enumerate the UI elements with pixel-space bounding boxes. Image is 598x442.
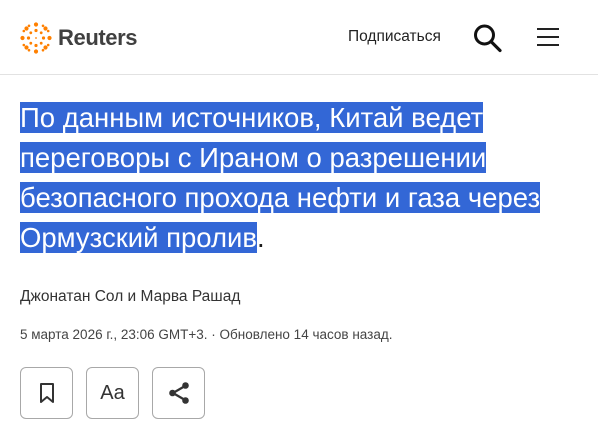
search-button[interactable] bbox=[472, 23, 504, 53]
article-headline: По данным источников, Китай ведет перего… bbox=[20, 98, 580, 258]
font-size-button[interactable]: Aa bbox=[86, 367, 139, 419]
site-header: Reuters Подписаться bbox=[0, 0, 598, 75]
bookmark-icon bbox=[39, 383, 54, 403]
article-dateline: 5 марта 2026 г., 23:06 GMT+3. · Обновлен… bbox=[20, 327, 393, 342]
reuters-logo-icon bbox=[20, 22, 52, 54]
headline-selected-text: По данным источников, Китай ведет перего… bbox=[20, 102, 541, 253]
reuters-logo[interactable]: Reuters bbox=[20, 22, 138, 54]
share-icon bbox=[168, 382, 189, 404]
logo-text: Reuters bbox=[58, 25, 138, 50]
hamburger-menu-icon bbox=[537, 28, 559, 31]
hamburger-menu-icon bbox=[537, 44, 559, 47]
article-actions: Aa bbox=[20, 367, 205, 419]
menu-button[interactable] bbox=[534, 25, 564, 49]
subscribe-button[interactable]: Подписаться bbox=[348, 28, 441, 46]
hamburger-menu-icon bbox=[537, 36, 559, 39]
article-authors[interactable]: Джонатан Сол и Марва Рашад bbox=[20, 288, 240, 306]
bookmark-button[interactable] bbox=[20, 367, 73, 419]
search-icon bbox=[474, 24, 502, 53]
headline-tail: . bbox=[257, 222, 265, 253]
font-size-label: Aa bbox=[100, 381, 125, 404]
share-button[interactable] bbox=[152, 367, 205, 419]
